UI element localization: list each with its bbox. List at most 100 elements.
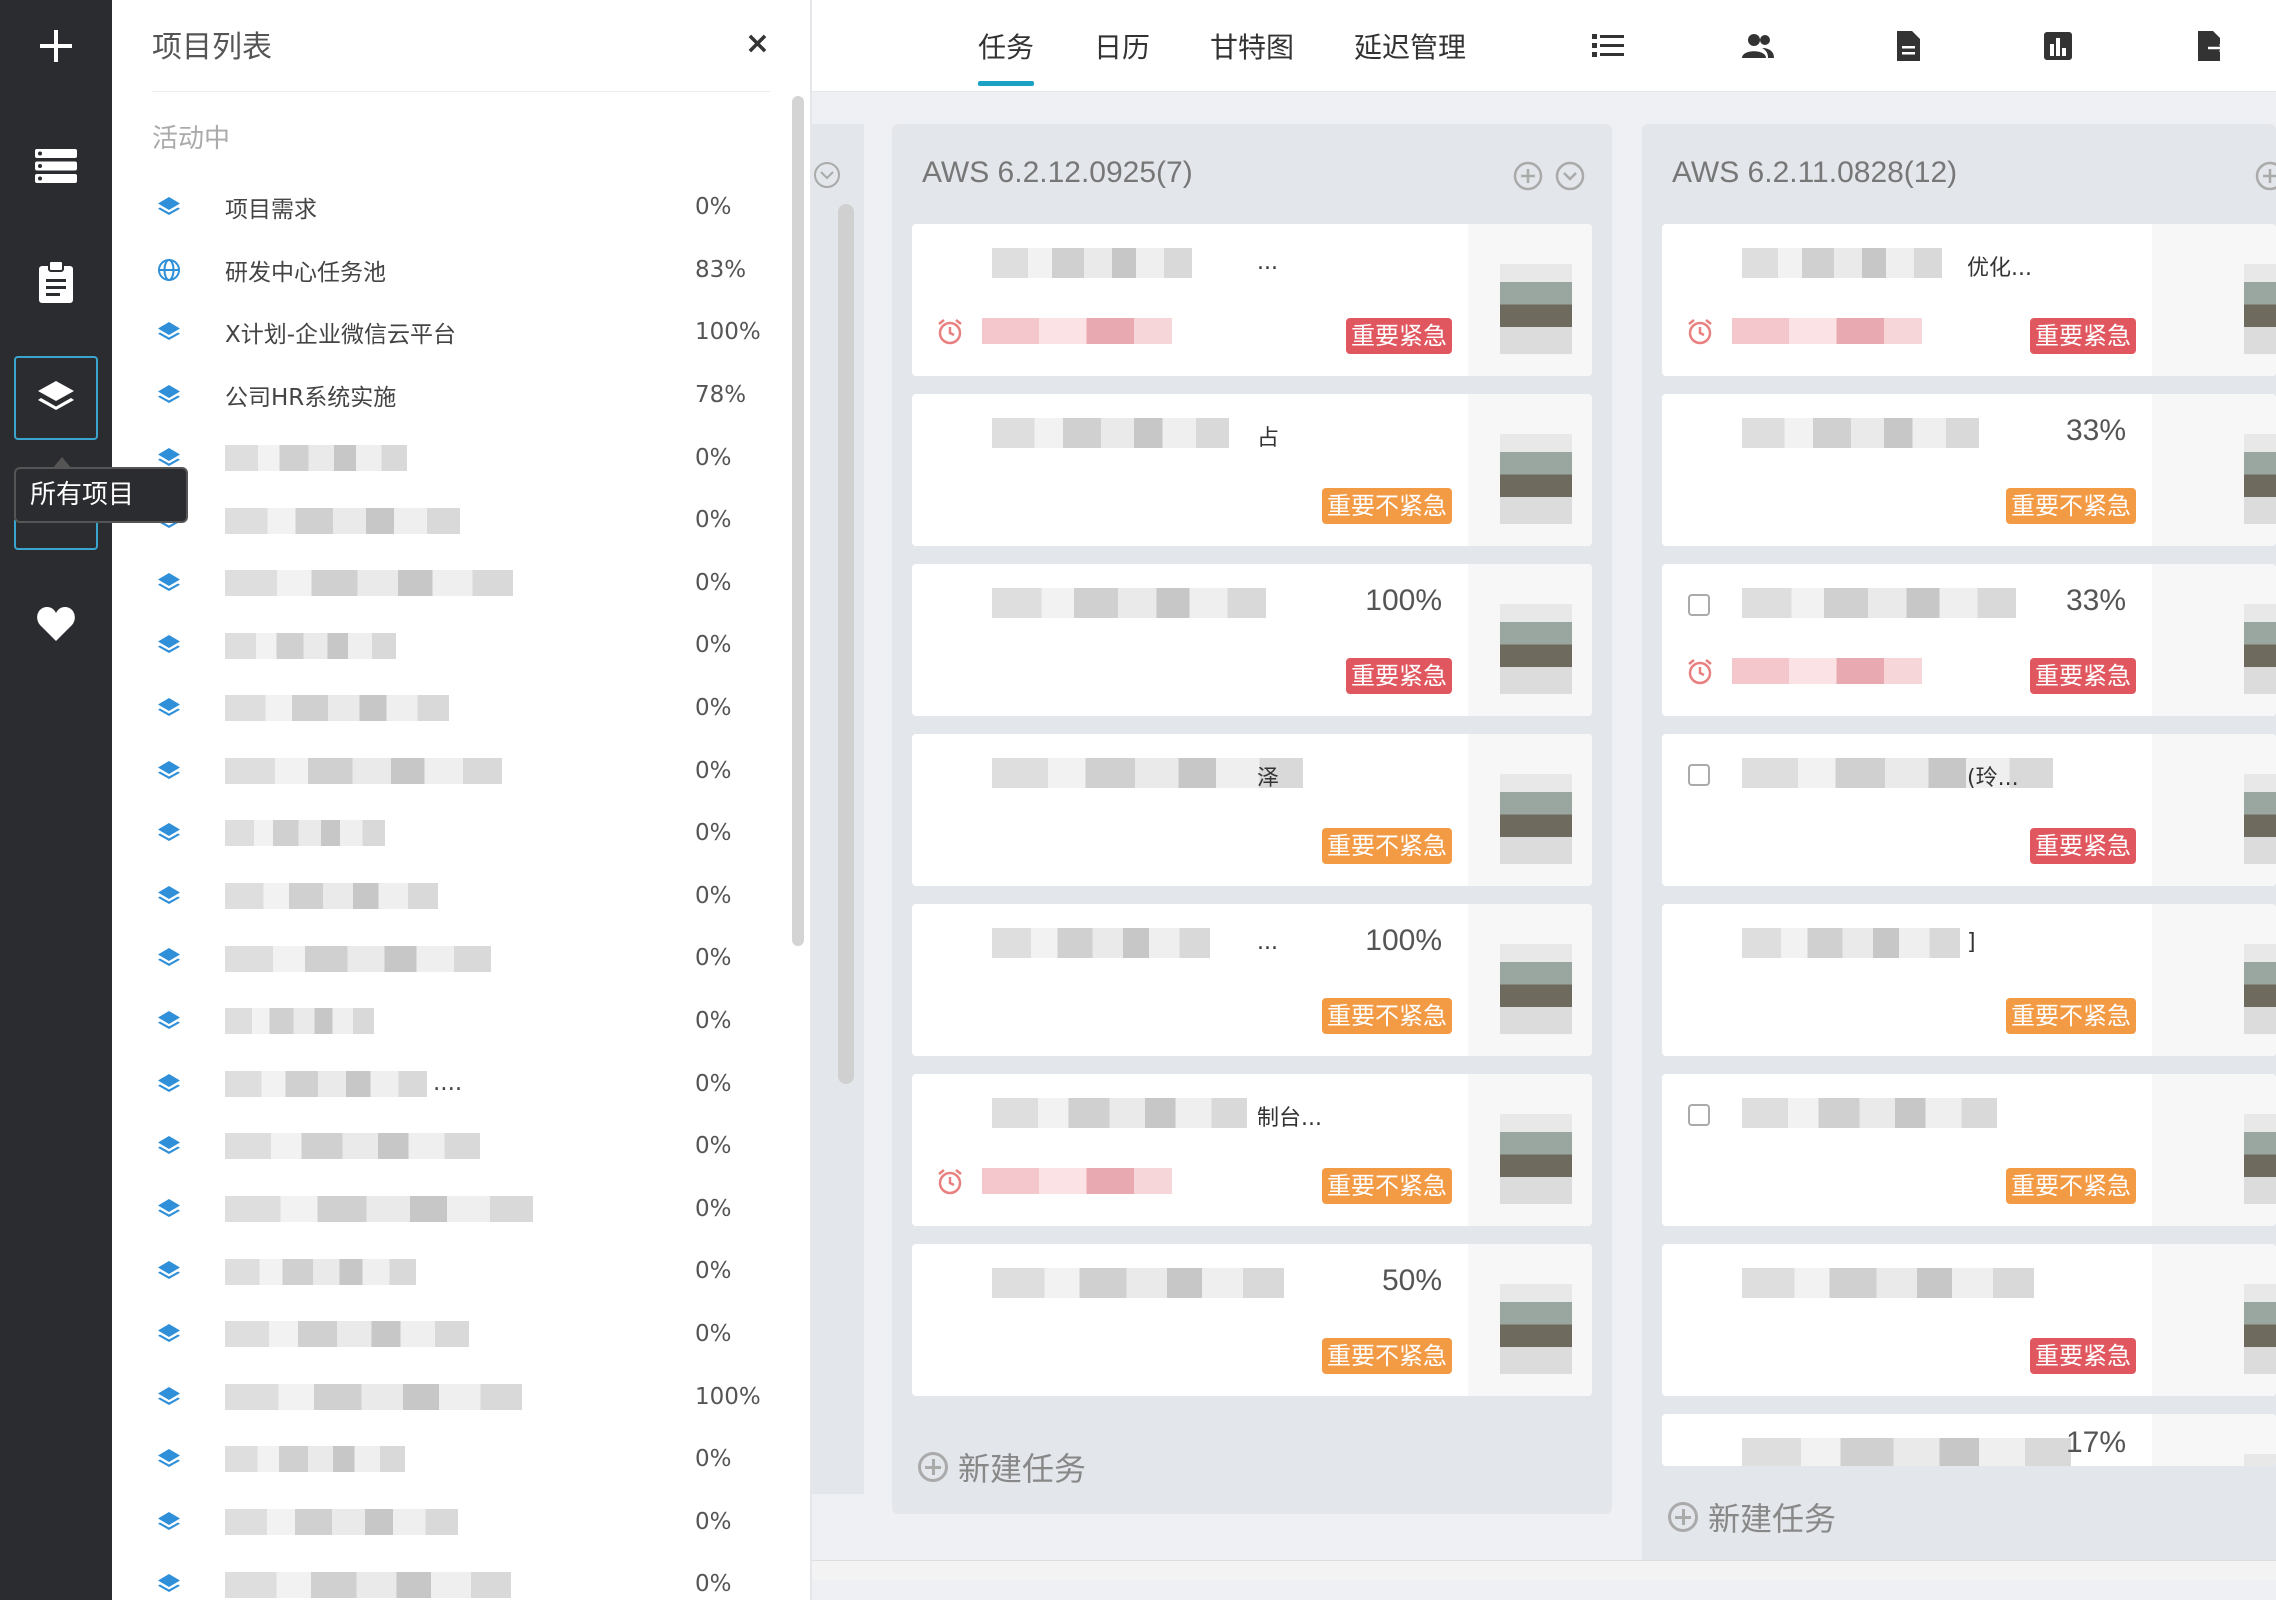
redacted-text [1742, 418, 1979, 448]
redacted-text [225, 1446, 405, 1473]
project-item[interactable]: 项目需求 0% [152, 176, 872, 239]
members-icon[interactable] [1742, 30, 1774, 62]
task-card[interactable]: (玲... 重要紧急 [1662, 734, 2276, 886]
assignee-avatar[interactable] [2244, 774, 2276, 864]
priority-badge: 重要不紧急 [1322, 998, 1452, 1034]
task-card[interactable]: 50% 重要不紧急 [912, 1244, 1592, 1396]
tasks-button[interactable] [14, 240, 98, 324]
project-item[interactable]: 100% [152, 1365, 872, 1428]
assignee-avatar[interactable] [1500, 264, 1572, 354]
assignee-avatar[interactable] [2244, 1114, 2276, 1204]
task-card[interactable]: ... 重要紧急 [912, 224, 1592, 376]
new-task-label: 新建任务 [958, 1450, 1087, 1488]
redacted-due-date [982, 1168, 1172, 1194]
task-card[interactable]: 占重要不紧急 [912, 394, 1592, 546]
task-card[interactable]: 重要不紧急 [1662, 1074, 2276, 1226]
project-item[interactable]: 0% [152, 865, 872, 928]
main-board: 任务 日历 甘特图 延迟管理 AWS 6.2.12.0925(7)... 重要紧急… [812, 0, 2276, 1600]
close-icon[interactable]: × [745, 26, 770, 61]
task-card[interactable]: ... 100% 重要不紧急 [912, 904, 1592, 1056]
tab-calendar[interactable]: 日历 [1094, 26, 1150, 66]
project-item[interactable]: 0% [152, 802, 872, 865]
project-progress: 0% [695, 945, 732, 972]
scrollbar[interactable] [792, 96, 804, 946]
add-circle-icon[interactable] [1512, 160, 1544, 192]
chevron-down-icon[interactable] [1554, 160, 1586, 192]
assignee-avatar[interactable] [1500, 944, 1572, 1034]
assignee-avatar[interactable] [2244, 1454, 2276, 1466]
project-progress: 0% [695, 569, 732, 596]
assignee-avatar[interactable] [1500, 1114, 1572, 1204]
project-progress: 0% [695, 444, 732, 471]
project-item[interactable]: X计划-企业微信云平台 100% [152, 301, 872, 364]
project-item[interactable]: 0% [152, 552, 872, 615]
project-item[interactable]: 0% [152, 1303, 872, 1366]
all-projects-button[interactable] [14, 356, 98, 440]
project-item[interactable]: 公司HR系统实施 78% [152, 364, 872, 427]
task-card[interactable]: 重要紧急 [1662, 1244, 2276, 1396]
project-item[interactable]: 0% [152, 426, 872, 489]
project-item[interactable]: 0% [152, 990, 872, 1053]
task-progress: 17% [2065, 1426, 2126, 1459]
assignee-avatar[interactable] [1500, 604, 1572, 694]
project-item[interactable]: 0% [152, 1553, 872, 1600]
layers-icon [157, 1072, 181, 1096]
column-scrollbar[interactable] [838, 204, 854, 1084]
assignee-avatar[interactable] [2244, 434, 2276, 524]
add-button[interactable] [14, 4, 98, 88]
tab-gantt[interactable]: 甘特图 [1210, 26, 1294, 66]
task-card[interactable]: ] 重要不紧急 [1662, 904, 2276, 1056]
new-task-button[interactable]: 新建任务 [918, 1444, 1086, 1490]
document-icon[interactable] [1892, 30, 1924, 62]
task-card[interactable]: 泽重要不紧急 [912, 734, 1592, 886]
tab-tasks[interactable]: 任务 [978, 26, 1035, 86]
task-checkbox[interactable] [1688, 764, 1710, 786]
project-name-tail: .... [433, 1070, 463, 1097]
export-icon[interactable] [2194, 30, 2226, 62]
assignee-avatar[interactable] [2244, 604, 2276, 694]
task-card[interactable]: 优化... 重要紧急 [1662, 224, 2276, 376]
task-checkbox[interactable] [1688, 594, 1710, 616]
project-item[interactable]: 0% [152, 614, 872, 677]
assignee-avatar[interactable] [1500, 434, 1572, 524]
redacted-text [992, 418, 1229, 448]
list-icon [35, 149, 77, 183]
redacted-text [225, 945, 491, 972]
task-card[interactable]: 100% 重要紧急 [912, 564, 1592, 716]
assignee-avatar[interactable] [1500, 1284, 1572, 1374]
assignee-avatar[interactable] [1500, 774, 1572, 864]
project-item[interactable]: 0% [152, 1240, 872, 1303]
task-card[interactable]: 制台... 重要不紧急 [912, 1074, 1592, 1226]
assignee-avatar[interactable] [2244, 1284, 2276, 1374]
project-item[interactable]: 研发中心任务池 83% [152, 239, 872, 302]
assignee-avatar[interactable] [2244, 264, 2276, 354]
task-card[interactable]: 17% [1662, 1414, 2276, 1466]
horizontal-scrollbar[interactable] [812, 1560, 2276, 1580]
project-item[interactable]: 0% [152, 1115, 872, 1178]
chart-icon[interactable] [2042, 30, 2074, 62]
task-card[interactable]: 33% 重要紧急 [1662, 564, 2276, 716]
assignee-avatar[interactable] [2244, 944, 2276, 1034]
project-item[interactable]: 0% [152, 1178, 872, 1241]
project-item[interactable]: 0% [152, 1428, 872, 1491]
task-card[interactable]: 33% 重要不紧急 [1662, 394, 2276, 546]
list-button[interactable] [14, 124, 98, 208]
chevron-down-icon[interactable] [812, 160, 842, 190]
favorites-button[interactable] [14, 582, 98, 666]
new-task-button[interactable]: 新建任务 [1668, 1494, 1836, 1540]
project-item[interactable]: 0% [152, 927, 872, 990]
tab-delay[interactable]: 延迟管理 [1354, 26, 1466, 66]
project-item[interactable]: 0% [152, 1490, 872, 1553]
list-view-icon[interactable] [1592, 30, 1624, 62]
project-item[interactable]: 0% [152, 677, 872, 740]
project-item[interactable]: 0% [152, 489, 872, 552]
task-checkbox[interactable] [1688, 1104, 1710, 1126]
layers-icon [157, 383, 181, 407]
rail-item-hidden[interactable] [14, 520, 98, 550]
add-circle-icon[interactable] [2254, 160, 2276, 192]
project-progress: 78% [695, 382, 747, 409]
project-item[interactable]: .... 0% [152, 1052, 872, 1115]
project-item[interactable]: 0% [152, 739, 872, 802]
task-title-tail: ... [1257, 930, 1278, 955]
priority-badge: 重要紧急 [2030, 828, 2136, 864]
